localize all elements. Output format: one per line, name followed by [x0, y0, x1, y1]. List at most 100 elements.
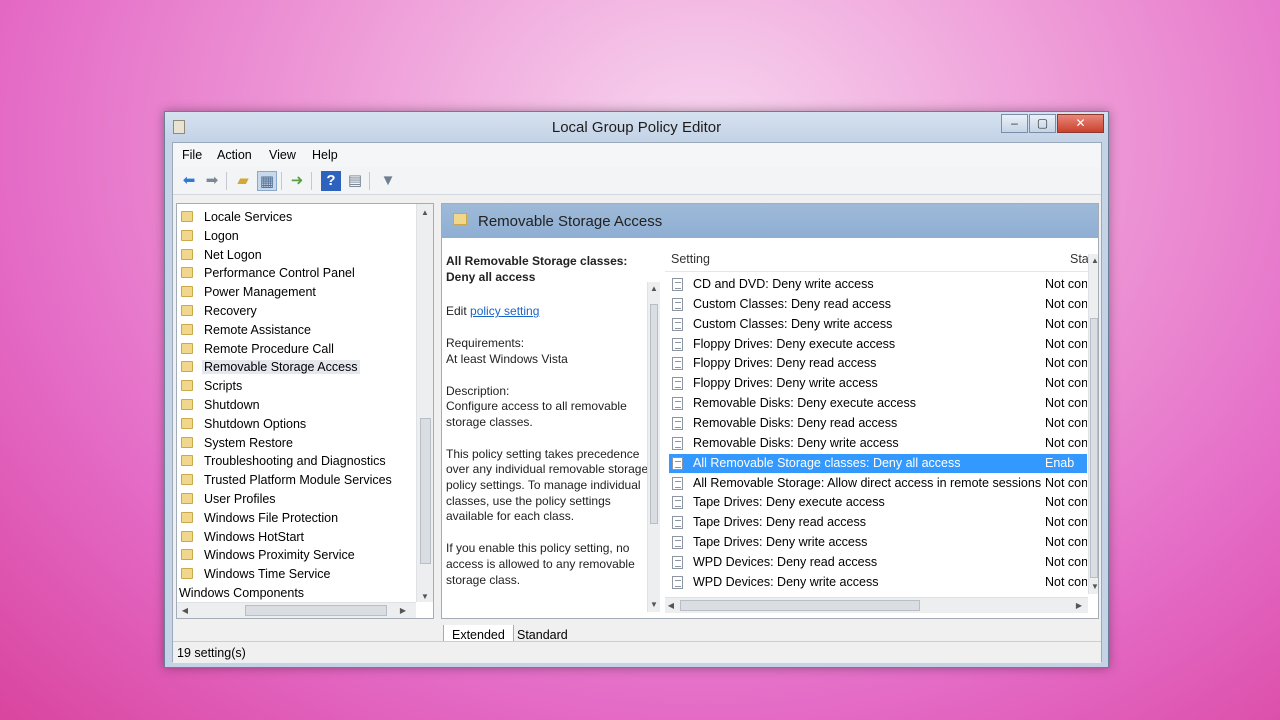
setting-state: Not conf	[1045, 415, 1087, 430]
scroll-thumb[interactable]	[680, 600, 920, 611]
setting-row[interactable]: Tape Drives: Deny read access Not conf	[669, 513, 1087, 532]
scroll-thumb[interactable]	[1090, 318, 1098, 578]
policy-setting-icon	[672, 555, 683, 569]
tree-item[interactable]: Power Management	[177, 283, 417, 302]
tree-item[interactable]: Remote Assistance	[177, 321, 417, 340]
setting-row[interactable]: Removable Disks: Deny write access Not co…	[669, 434, 1087, 453]
setting-row[interactable]: Removable Disks: Deny execute access Not …	[669, 394, 1087, 413]
setting-row[interactable]: Floppy Drives: Deny read access Not conf	[669, 354, 1087, 373]
menu-help[interactable]: Help	[312, 148, 338, 162]
description-scrollbar[interactable]: ▲ ▼	[647, 282, 660, 612]
tree-item[interactable]: Troubleshooting and Diagnostics	[177, 452, 417, 471]
scroll-thumb[interactable]	[420, 418, 431, 564]
tree-item[interactable]: Shutdown	[177, 396, 417, 415]
tree-item[interactable]: User Profiles	[177, 490, 417, 509]
scroll-up-icon[interactable]: ▲	[419, 208, 431, 217]
tree-item[interactable]: Windows Time Service	[177, 565, 417, 584]
setting-state: Not conf	[1045, 336, 1087, 351]
scroll-down-icon[interactable]: ▼	[1089, 582, 1098, 591]
policy-setting-link[interactable]: policy setting	[470, 304, 539, 318]
folder-icon	[181, 305, 193, 316]
setting-row[interactable]: Removable Disks: Deny read access Not con…	[669, 414, 1087, 433]
tree-item[interactable]: Windows Components	[177, 584, 417, 603]
scroll-right-icon[interactable]: ▶	[397, 606, 409, 615]
tree-item[interactable]: Recovery	[177, 302, 417, 321]
setting-row[interactable]: WPD Devices: Deny read access Not conf	[669, 553, 1087, 572]
scroll-right-icon[interactable]: ▶	[1073, 601, 1085, 610]
description-label: Description:	[446, 383, 510, 398]
tree-item[interactable]: Net Logon	[177, 246, 417, 265]
tree-item-label: Windows Time Service	[204, 567, 331, 582]
scroll-up-icon[interactable]: ▲	[648, 284, 660, 293]
menu-file[interactable]: File	[182, 148, 202, 162]
toolbar: ⬅ ➡ ▰ ▦ ➜ ? ▤ ▼	[173, 167, 1101, 195]
forward-icon[interactable]: ➡	[202, 171, 222, 191]
setting-row[interactable]: WPD Devices: Deny write access Not conf	[669, 573, 1087, 592]
folder-icon	[181, 474, 193, 486]
settings-horizontal-scrollbar[interactable]: ◀ ▶	[665, 597, 1088, 613]
back-icon[interactable]: ⬅	[179, 171, 199, 191]
menu-view[interactable]: View	[269, 148, 296, 162]
tree-item[interactable]: Logon	[177, 227, 417, 246]
export-list-icon[interactable]: ➜	[287, 171, 307, 191]
setting-row[interactable]: CD and DVD: Deny write access Not conf	[669, 275, 1087, 294]
show-hide-tree-icon[interactable]: ▦	[257, 171, 277, 191]
scroll-left-icon[interactable]: ◀	[179, 606, 191, 615]
tree-item[interactable]: Windows HotStart	[177, 528, 417, 547]
folder-icon	[181, 361, 193, 373]
setting-row[interactable]: All Removable Storage classes: Deny all …	[669, 453, 1087, 473]
setting-row[interactable]: Custom Classes: Deny write access Not con…	[669, 315, 1087, 334]
scroll-thumb[interactable]	[245, 605, 387, 616]
tree-vertical-scrollbar[interactable]: ▲ ▼	[416, 204, 433, 602]
enable-text: If you enable this policy setting, no ac…	[446, 541, 635, 587]
setting-row[interactable]: Custom Classes: Deny read access Not conf	[669, 295, 1087, 314]
policy-setting-icon	[672, 476, 683, 490]
tree-item[interactable]: Locale Services	[177, 208, 417, 227]
tree-item-label: Net Logon	[204, 247, 262, 262]
tree-item[interactable]: Performance Control Panel	[177, 264, 417, 283]
scroll-left-icon[interactable]: ◀	[665, 601, 677, 610]
folder-icon	[181, 511, 193, 523]
tree-item[interactable]: Removable Storage Access	[177, 358, 417, 377]
setting-name: CD and DVD: Deny write access	[693, 277, 874, 291]
settings-vertical-scrollbar[interactable]: ▲ ▼	[1088, 254, 1098, 594]
close-button[interactable]: ✕	[1057, 114, 1104, 133]
scroll-down-icon[interactable]: ▼	[419, 592, 431, 601]
folder-icon	[181, 380, 193, 392]
tree-horizontal-scrollbar[interactable]: ◀ ▶	[177, 602, 416, 618]
properties-icon[interactable]: ▤	[345, 171, 365, 191]
setting-row[interactable]: Tape Drives: Deny execute access Not conf	[669, 493, 1087, 512]
up-folder-icon[interactable]: ▰	[233, 171, 253, 191]
tree-item[interactable]: System Restore	[177, 434, 417, 453]
folder-icon	[181, 549, 193, 561]
tree-item-label: Shutdown Options	[204, 416, 307, 431]
policy-setting-icon	[672, 456, 683, 470]
setting-row[interactable]: Floppy Drives: Deny write access Not conf	[669, 374, 1087, 393]
setting-row[interactable]: All Removable Storage: Allow direct acce…	[669, 474, 1087, 493]
tree-item[interactable]: Trusted Platform Module Services	[177, 471, 417, 490]
policy-setting-icon	[672, 278, 683, 291]
filter-icon[interactable]: ▼	[378, 171, 398, 191]
scroll-down-icon[interactable]: ▼	[648, 600, 660, 609]
column-setting[interactable]: Setting	[671, 252, 710, 266]
tree-item-label: Windows HotStart	[204, 529, 305, 544]
scroll-up-icon[interactable]: ▲	[1089, 256, 1098, 265]
tree-item[interactable]: Scripts	[177, 377, 417, 396]
tree-item[interactable]: Windows Proximity Service	[177, 546, 417, 565]
tree-item-label: Scripts	[204, 379, 243, 394]
setting-row[interactable]: Floppy Drives: Deny execute access Not co…	[669, 335, 1087, 354]
tree-item[interactable]: Shutdown Options	[177, 415, 417, 434]
folder-icon	[181, 493, 193, 504]
minimize-button[interactable]: ‒	[1001, 114, 1028, 133]
setting-state: Not conf	[1045, 316, 1087, 331]
tree-item[interactable]: Windows File Protection	[177, 509, 417, 528]
tree-item[interactable]: Remote Procedure Call	[177, 340, 417, 359]
title-bar[interactable]: Local Group Policy Editor ‒ ▢ ✕	[165, 112, 1108, 142]
menu-action[interactable]: Action	[217, 148, 252, 162]
setting-row[interactable]: Tape Drives: Deny write access Not conf	[669, 533, 1087, 552]
scroll-thumb[interactable]	[650, 304, 658, 524]
tree-item-label: System Restore	[204, 435, 293, 450]
help-icon[interactable]: ?	[321, 171, 341, 191]
maximize-button[interactable]: ▢	[1029, 114, 1056, 133]
policy-setting-icon	[672, 337, 683, 351]
